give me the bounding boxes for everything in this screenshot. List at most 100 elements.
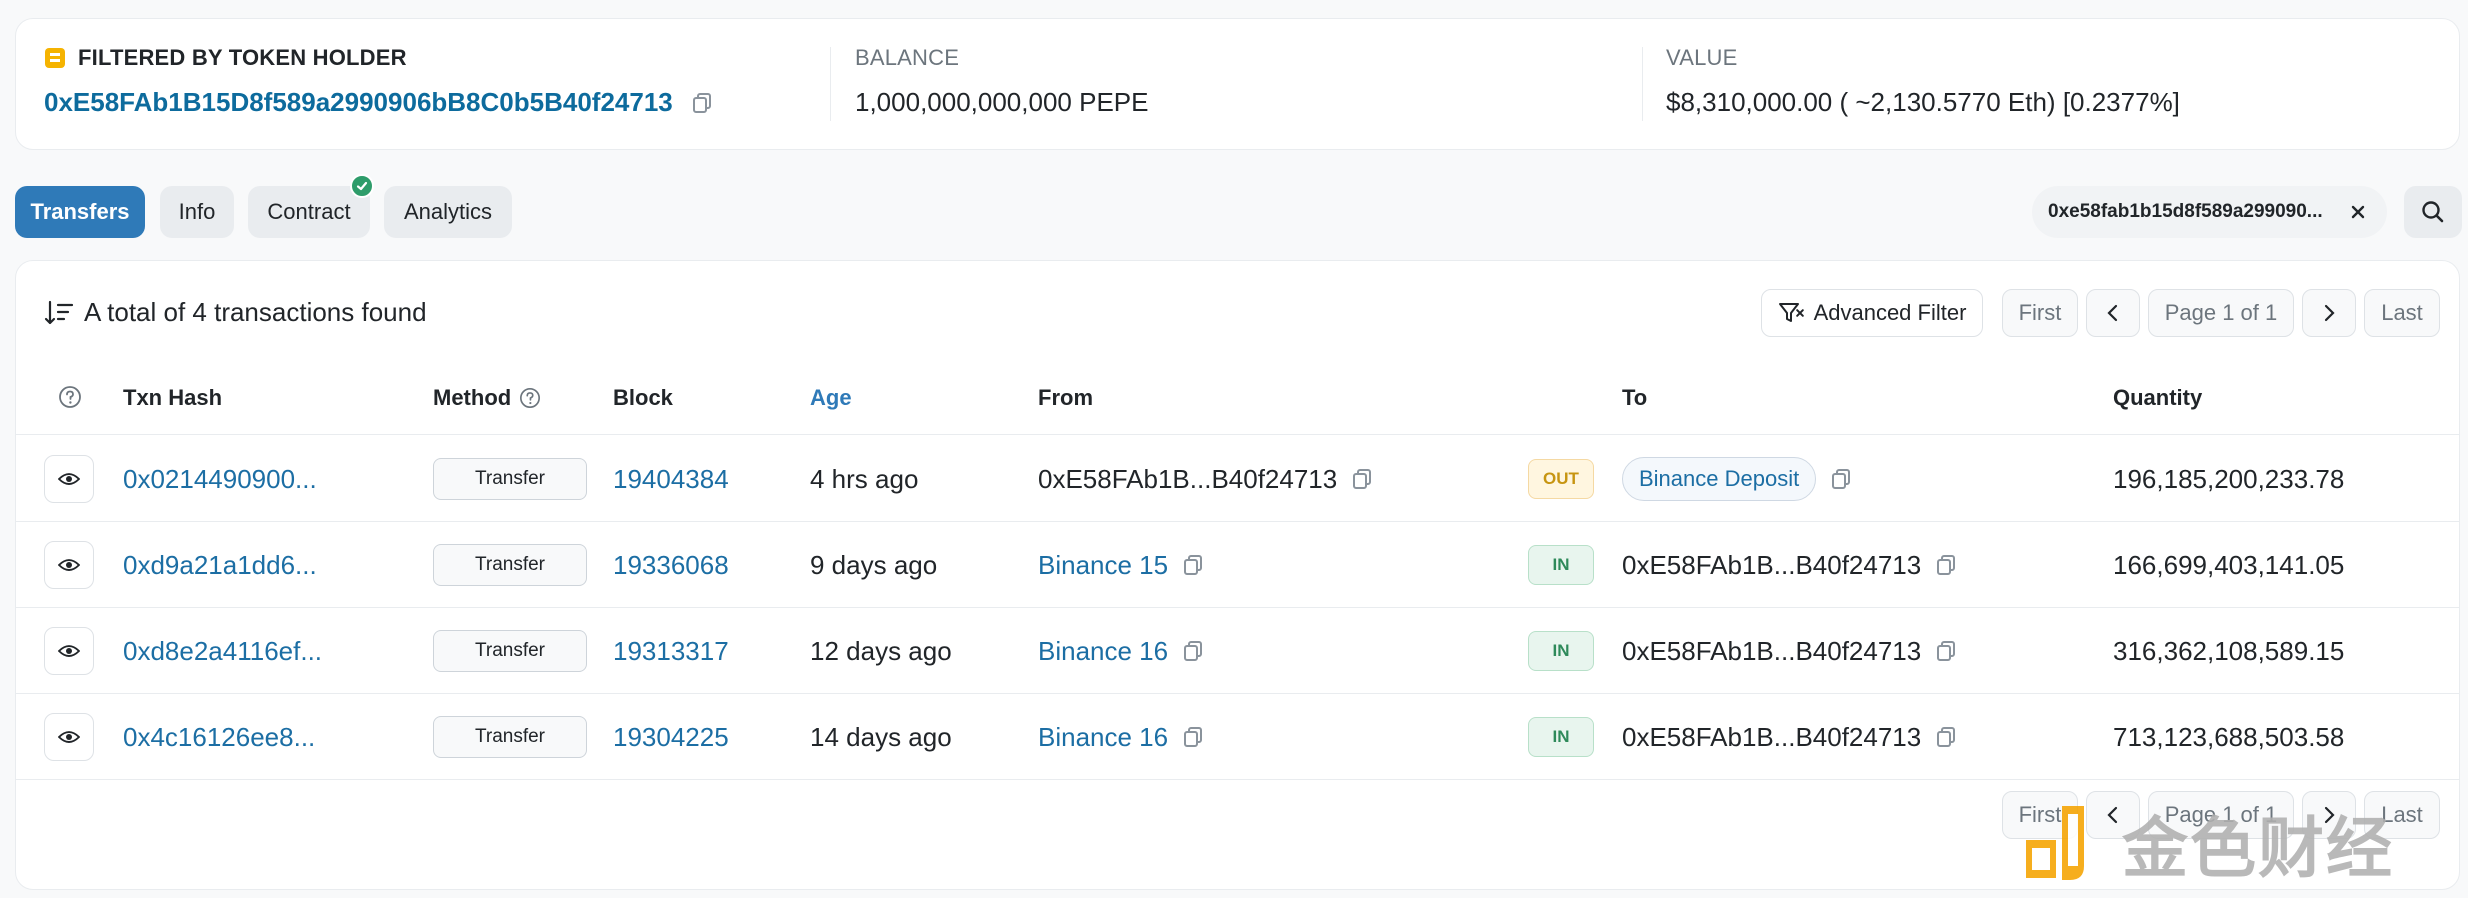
- table-row: 0xd8e2a4116ef... Transfer 19313317 12 da…: [16, 608, 2459, 694]
- token-holder-card: FILTERED BY TOKEN HOLDER 0xE58FAb1B15D8f…: [15, 18, 2460, 150]
- direction-badge: OUT: [1528, 459, 1594, 499]
- summary-text: A total of 4 transactions found: [84, 297, 427, 327]
- block-link[interactable]: 19313317: [613, 608, 729, 694]
- txn-hash-link[interactable]: 0xd8e2a4116ef...: [123, 608, 322, 694]
- value-label: VALUE: [1666, 45, 1738, 70]
- method-badge: Transfer: [433, 630, 587, 672]
- quantity-value: 166,699,403,141.05: [2113, 549, 2345, 580]
- balance-section: BALANCE 1,000,000,000,000 PEPE: [855, 45, 1148, 118]
- from-address: 0xE58FAb1B...B40f24713: [1038, 463, 1338, 494]
- token-holder-icon: [45, 48, 65, 68]
- quantity-value: 316,362,108,589.15: [2113, 635, 2345, 666]
- holder-section: FILTERED BY TOKEN HOLDER 0xE58FAb1B15D8f…: [44, 45, 713, 118]
- next-page-button[interactable]: [2302, 289, 2356, 337]
- age-text: 14 days ago: [810, 721, 952, 752]
- quantity-value: 196,185,200,233.78: [2113, 463, 2345, 494]
- transactions-summary: A total of 4 transactions found: [44, 297, 427, 328]
- copy-icon[interactable]: [1182, 554, 1204, 576]
- from-address-link[interactable]: Binance 16: [1038, 722, 1168, 753]
- eye-icon: [58, 559, 80, 571]
- prev-page-button[interactable]: [2086, 289, 2140, 337]
- age-text: 4 hrs ago: [810, 463, 919, 494]
- copy-icon[interactable]: [691, 92, 713, 114]
- to-address: 0xE58FAb1B...B40f24713: [1622, 635, 1922, 666]
- watermark-text: 金色财经: [2122, 810, 2394, 887]
- sort-icon[interactable]: [44, 299, 74, 327]
- verified-check-icon: [350, 174, 374, 198]
- balance-value: 1,000,000,000,000 PEPE: [855, 87, 1149, 117]
- filter-chip-text: 0xe58fab1b15d8f589a299090...: [2048, 201, 2323, 222]
- col-method: Method: [433, 385, 541, 411]
- block-link[interactable]: 19336068: [613, 522, 729, 608]
- copy-icon[interactable]: [1935, 554, 1957, 576]
- from-address-link[interactable]: Binance 15: [1038, 550, 1168, 581]
- col-age-toggle[interactable]: Age: [810, 385, 852, 411]
- block-link[interactable]: 19304225: [613, 694, 729, 780]
- last-page-button[interactable]: Last: [2364, 289, 2440, 337]
- copy-icon[interactable]: [1935, 726, 1957, 748]
- help-circle-icon[interactable]: [519, 387, 541, 409]
- copy-icon[interactable]: [1351, 468, 1373, 490]
- table-row: 0x0214490900... Transfer 19404384 4 hrs …: [16, 436, 2459, 522]
- col-block: Block: [613, 385, 673, 410]
- view-details-button[interactable]: [44, 713, 94, 761]
- quantity-value: 713,123,688,503.58: [2113, 721, 2345, 752]
- tab-info[interactable]: Info: [160, 186, 234, 238]
- divider: [1642, 47, 1643, 121]
- copy-icon[interactable]: [1830, 468, 1852, 490]
- copy-icon[interactable]: [1182, 640, 1204, 662]
- search-icon: [2422, 201, 2444, 223]
- advanced-filter-button[interactable]: Advanced Filter: [1761, 289, 1983, 337]
- copy-icon[interactable]: [1182, 726, 1204, 748]
- direction-badge: IN: [1528, 717, 1594, 757]
- view-details-button[interactable]: [44, 627, 94, 675]
- eye-icon: [58, 473, 80, 485]
- chevron-left-icon: [2107, 304, 2118, 322]
- table-row: 0x4c16126ee8... Transfer 19304225 14 day…: [16, 694, 2459, 780]
- page-indicator: Page 1 of 1: [2148, 289, 2294, 337]
- method-badge: Transfer: [433, 458, 587, 500]
- eye-icon: [58, 645, 80, 657]
- holder-label: FILTERED BY TOKEN HOLDER: [78, 45, 407, 70]
- direction-badge: IN: [1528, 631, 1594, 671]
- col-from: From: [1038, 385, 1093, 410]
- holder-address-link[interactable]: 0xE58FAb1B15D8f589a2990906bB8C0b5B40f247…: [44, 87, 673, 118]
- to-address-link[interactable]: Binance Deposit: [1622, 457, 1817, 501]
- watermark-logo-icon: [2026, 806, 2084, 880]
- method-badge: Transfer: [433, 716, 587, 758]
- watermark: 金色财经: [2018, 795, 2458, 891]
- copy-icon[interactable]: [1935, 640, 1957, 662]
- close-icon[interactable]: [2347, 201, 2369, 223]
- col-txn-hash: Txn Hash: [123, 385, 223, 410]
- view-details-button[interactable]: [44, 541, 94, 589]
- tab-analytics[interactable]: Analytics: [384, 186, 512, 238]
- search-button[interactable]: [2404, 186, 2462, 238]
- txn-hash-link[interactable]: 0x4c16126ee8...: [123, 694, 315, 780]
- help-circle-icon[interactable]: [58, 385, 82, 409]
- divider: [830, 47, 831, 121]
- tab-contract-label: Contract: [267, 199, 351, 224]
- age-text: 12 days ago: [810, 635, 952, 666]
- view-details-button[interactable]: [44, 455, 94, 503]
- from-address-link[interactable]: Binance 16: [1038, 636, 1168, 667]
- to-address: 0xE58FAb1B...B40f24713: [1622, 721, 1922, 752]
- balance-label: BALANCE: [855, 45, 960, 70]
- first-page-button[interactable]: First: [2002, 289, 2078, 337]
- tab-contract[interactable]: Contract: [248, 174, 374, 238]
- col-to: To: [1622, 385, 1648, 410]
- filter-icon: [1778, 303, 1804, 322]
- table-row: 0xd9a21a1dd6... Transfer 19336068 9 days…: [16, 522, 2459, 608]
- tab-transfers[interactable]: Transfers: [15, 186, 145, 238]
- direction-badge: IN: [1528, 545, 1594, 585]
- to-address: 0xE58FAb1B...B40f24713: [1622, 549, 1922, 580]
- age-text: 9 days ago: [810, 549, 938, 580]
- col-quantity: Quantity: [2113, 385, 2203, 410]
- txn-hash-link[interactable]: 0x0214490900...: [123, 436, 317, 522]
- value-section: VALUE $8,310,000.00 ( ~2,130.5770 Eth) […: [1666, 45, 2180, 118]
- value-amount: $8,310,000.00 ( ~2,130.5770 Eth) [0.2377…: [1666, 87, 2180, 117]
- col-method-label: Method: [433, 385, 512, 410]
- address-filter-chip[interactable]: 0xe58fab1b15d8f589a299090...: [2032, 186, 2387, 238]
- block-link[interactable]: 19404384: [613, 436, 729, 522]
- txn-hash-link[interactable]: 0xd9a21a1dd6...: [123, 522, 317, 608]
- method-badge: Transfer: [433, 544, 587, 586]
